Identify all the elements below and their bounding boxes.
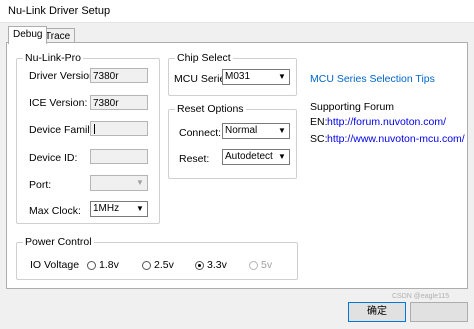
device-id-field — [90, 149, 148, 164]
chevron-down-icon: ▼ — [278, 126, 286, 135]
title-bar: Nu-Link Driver Setup — [0, 0, 474, 23]
io-voltage-label: IO Voltage — [30, 259, 80, 271]
power-control-group: Power Control — [16, 236, 298, 280]
en-label: EN: — [310, 116, 328, 128]
chevron-down-icon: ▼ — [136, 178, 144, 187]
ok-button[interactable]: 确定 — [348, 302, 406, 322]
voltage-1-8v-radio[interactable] — [87, 261, 96, 270]
driver-version-label: Driver Version: — [29, 70, 98, 82]
voltage-3-3v-radio[interactable] — [195, 261, 204, 270]
device-family-field[interactable] — [90, 121, 148, 136]
connect-label: Connect: — [179, 127, 222, 139]
ice-version-label: ICE Version: — [29, 97, 88, 109]
chip-select-legend: Chip Select — [177, 52, 231, 64]
mcu-series-select[interactable]: M031 ▼ — [222, 69, 290, 85]
power-control-legend: Power Control — [25, 236, 92, 248]
reset-options-group: Reset Options — [168, 103, 297, 179]
connect-select[interactable]: Normal ▼ — [222, 123, 290, 139]
sc-forum-link[interactable]: http://www.nuvoton-mcu.com/ — [327, 133, 465, 145]
window-title: Nu-Link Driver Setup — [8, 5, 111, 17]
supporting-forum-label: Supporting Forum — [310, 101, 395, 113]
voltage-1-8v-label: 1.8v — [99, 259, 119, 271]
ice-version-field: 7380r — [90, 95, 148, 110]
reset-select[interactable]: Autodetect ▼ — [222, 149, 290, 165]
max-clock-label: Max Clock: — [29, 205, 81, 217]
voltage-2-5v-label: 2.5v — [154, 259, 174, 271]
watermark: CSDN @eagle115 — [392, 293, 450, 300]
port-select: ▼ — [90, 175, 148, 191]
max-clock-value: 1MHz — [93, 203, 120, 214]
connect-value: Normal — [225, 125, 258, 136]
chevron-down-icon: ▼ — [136, 204, 144, 213]
voltage-5v-radio — [249, 261, 258, 270]
port-label: Port: — [29, 179, 52, 191]
cancel-button[interactable] — [410, 302, 468, 322]
device-family-label: Device Family: — [29, 124, 98, 136]
device-id-label: Device ID: — [29, 152, 78, 164]
max-clock-select[interactable]: 1MHz ▼ — [90, 201, 148, 217]
nulink-pro-legend: Nu-Link-Pro — [25, 52, 82, 64]
voltage-5v-label: 5v — [261, 259, 273, 271]
voltage-2-5v-radio[interactable] — [142, 261, 151, 270]
en-forum-link[interactable]: http://forum.nuvoton.com/ — [327, 116, 446, 128]
reset-value: Autodetect — [225, 151, 273, 162]
mcu-series-tips-link[interactable]: MCU Series Selection Tips — [310, 73, 435, 85]
reset-options-legend: Reset Options — [177, 103, 244, 115]
chevron-down-icon: ▼ — [278, 72, 286, 81]
mcu-series-value: M031 — [225, 71, 251, 82]
reset-label: Reset: — [179, 153, 210, 165]
voltage-3-3v-label: 3.3v — [207, 259, 227, 271]
chevron-down-icon: ▼ — [278, 152, 286, 161]
tab-debug[interactable]: Debug — [8, 26, 48, 44]
driver-version-field: 7380r — [90, 68, 148, 83]
sc-label: SC: — [310, 133, 328, 145]
